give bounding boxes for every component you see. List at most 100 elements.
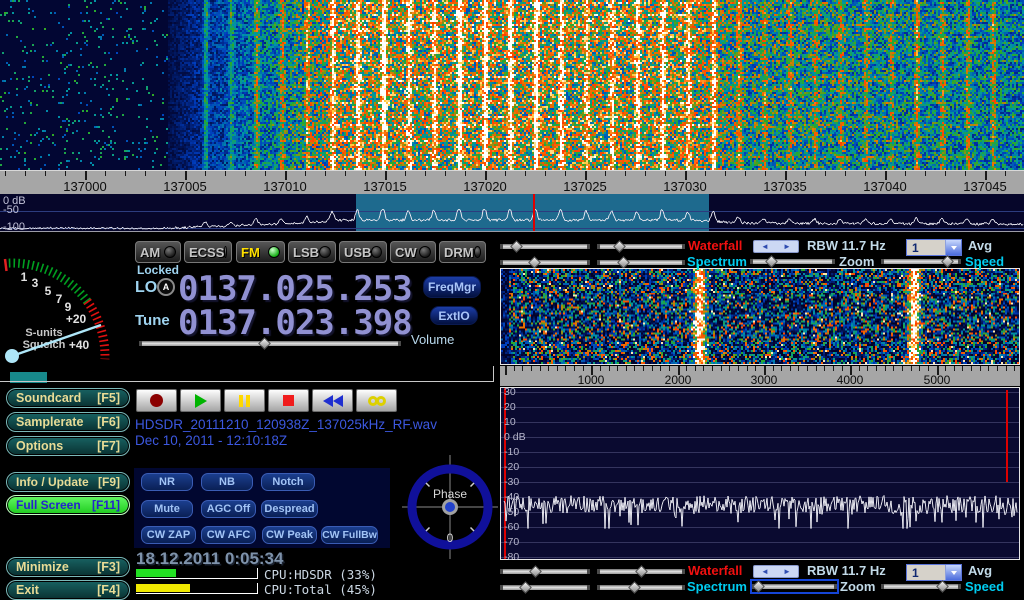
exit-button[interactable]: Exit[F4]: [6, 580, 130, 600]
avg-value: 1: [907, 565, 945, 580]
spectrum-brightness-slider-bottom[interactable]: [500, 582, 590, 593]
mode-button-usb[interactable]: USB: [339, 241, 387, 263]
avg-label-bottom: Avg: [968, 563, 992, 578]
fullscreen-button[interactable]: Full Screen[F11]: [6, 495, 130, 515]
soundcard-button[interactable]: Soundcard[F5]: [6, 388, 130, 408]
s-meter-label: 7: [56, 292, 63, 306]
cw-zap-button[interactable]: CW ZAP: [141, 526, 196, 544]
play-button[interactable]: [180, 389, 221, 412]
speed-label-bottom: Speed: [965, 579, 1004, 594]
avg-select-top[interactable]: 1: [906, 239, 962, 256]
freqmgr-button[interactable]: FreqMgr: [423, 276, 481, 298]
rf-scale-tick: 137010: [263, 179, 306, 194]
stop-button[interactable]: [268, 389, 309, 412]
rf-frequency-scale[interactable]: 137000 137005 137010 137015 137020 13702…: [0, 170, 1024, 194]
rf-scale-tick: 137020: [463, 179, 506, 194]
mode-led-icon: [224, 246, 227, 258]
zoom-slider-top[interactable]: [750, 256, 835, 267]
spectrum-contrast-slider-top[interactable]: [597, 257, 685, 268]
arrow-left-icon[interactable]: ◄: [761, 567, 769, 576]
cw-peak-button[interactable]: CW Peak: [262, 526, 317, 544]
speed-label-top: Speed: [965, 254, 1004, 269]
mode-label: AM: [140, 245, 160, 260]
button-fkey: [F7]: [97, 439, 120, 453]
tune-frequency-display[interactable]: 0137.023.398: [178, 303, 412, 343]
lo-auto-button[interactable]: A: [157, 278, 175, 296]
loop-button[interactable]: [356, 389, 397, 412]
rf-scale-tick: 137045: [963, 179, 1006, 194]
arrow-right-icon[interactable]: ►: [783, 567, 791, 576]
waterfall-brightness-slider-bottom[interactable]: [500, 566, 590, 577]
arrow-left-icon[interactable]: ◄: [761, 242, 769, 251]
avg-select-bottom[interactable]: 1: [906, 564, 962, 581]
cpu-total-bar-fill: [136, 584, 190, 592]
pause-button[interactable]: [224, 389, 265, 412]
waterfall-scroll-control-bottom[interactable]: ◄►: [753, 565, 799, 578]
mode-led-icon: [371, 246, 382, 258]
mode-button-am[interactable]: AM: [135, 241, 181, 263]
samplerate-button[interactable]: Samplerate[F6]: [6, 412, 130, 432]
mode-label: ECSS: [189, 245, 224, 260]
rewind-button[interactable]: [312, 389, 353, 412]
arrow-right-icon[interactable]: ►: [783, 242, 791, 251]
speed-slider-top[interactable]: [881, 256, 961, 267]
minimize-button[interactable]: Minimize[F3]: [6, 557, 130, 577]
mode-button-cw[interactable]: CW: [390, 241, 436, 263]
extio-button[interactable]: ExtIO: [430, 306, 478, 325]
waterfall-brightness-slider-top[interactable]: [500, 241, 590, 252]
info-update-button[interactable]: Info / Update[F9]: [6, 472, 130, 492]
notch-button[interactable]: Notch: [261, 473, 315, 491]
waterfall-contrast-slider-bottom[interactable]: [597, 566, 685, 577]
zoom-slider-bottom[interactable]: [752, 581, 837, 592]
af-waterfall[interactable]: [501, 269, 1019, 364]
cw-fullbw-button[interactable]: CW FullBw: [321, 526, 378, 544]
nr-button[interactable]: NR: [141, 473, 193, 491]
record-button[interactable]: [136, 389, 177, 412]
af-db-label: -80: [504, 551, 519, 563]
options-button[interactable]: Options[F7]: [6, 436, 130, 456]
af-db-label: 10: [504, 416, 516, 428]
s-meter-zero-mark: [5, 259, 7, 271]
rewind-icon: [323, 395, 333, 407]
button-fkey: [F6]: [97, 415, 120, 429]
cw-afc-button[interactable]: CW AFC: [201, 526, 256, 544]
rf-spectrum[interactable]: 0 dB -50 -100: [0, 194, 1024, 232]
spectrum-brightness-slider-top[interactable]: [500, 257, 590, 268]
speed-slider-bottom[interactable]: [881, 581, 961, 592]
mute-button[interactable]: Mute: [141, 500, 193, 518]
af-db-label: 30: [504, 386, 516, 398]
af-frequency-scale[interactable]: 1000 2000 3000 4000 5000: [500, 366, 1020, 386]
chevron-down-icon[interactable]: [945, 565, 961, 580]
phase-dot: [445, 502, 455, 512]
nb-button[interactable]: NB: [201, 473, 253, 491]
mode-button-ecss[interactable]: ECSS: [184, 241, 232, 263]
af-scale-tick: 4000: [837, 373, 864, 387]
af-spectrum[interactable]: [501, 388, 1019, 559]
mode-label: LSB: [293, 245, 319, 260]
button-fkey: [F4]: [97, 583, 120, 597]
rf-waterfall[interactable]: [0, 0, 1024, 170]
spectrum-contrast-slider-bottom[interactable]: [597, 582, 685, 593]
button-fkey: [F11]: [92, 498, 120, 512]
rf-scale-tick: 137035: [763, 179, 806, 194]
waterfall-scroll-control-top[interactable]: ◄►: [753, 240, 799, 253]
cpu-hdsdr-bar: [136, 568, 258, 579]
mode-button-fm[interactable]: FM: [236, 241, 285, 263]
volume-slider[interactable]: [139, 338, 401, 349]
despread-button[interactable]: Despread: [261, 500, 318, 518]
avg-label-top: Avg: [968, 238, 992, 253]
mode-label: USB: [344, 245, 371, 260]
af-scale-tick: 3000: [751, 373, 778, 387]
mode-led-icon: [474, 246, 481, 258]
af-scale-tick: 2000: [665, 373, 692, 387]
mode-button-lsb[interactable]: LSB: [288, 241, 336, 263]
rf-tune-cursor[interactable]: [533, 194, 535, 231]
waterfall-contrast-slider-top[interactable]: [597, 241, 685, 252]
zoom-label-top: Zoom: [839, 254, 874, 269]
button-label: Info / Update: [16, 475, 89, 489]
chevron-down-icon[interactable]: [945, 240, 961, 255]
agc-button[interactable]: AGC Off: [201, 500, 256, 518]
rbw-label-top: RBW 11.7 Hz: [807, 238, 886, 253]
rf-scale-tick: 137000: [63, 179, 106, 194]
mode-button-drm[interactable]: DRM: [439, 241, 486, 263]
